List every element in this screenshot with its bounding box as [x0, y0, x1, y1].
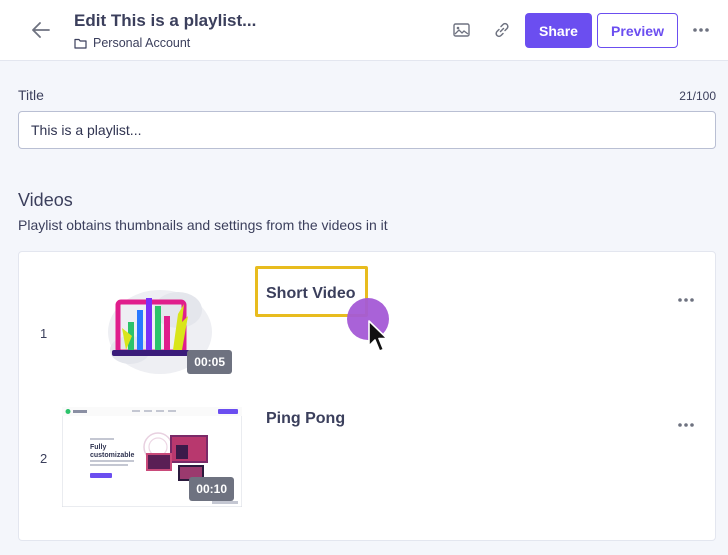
title-input[interactable]: [18, 111, 716, 149]
preview-button[interactable]: Preview: [597, 13, 678, 48]
thumbnail-heading-line2: customizable: [90, 452, 134, 459]
video-more-options-icon[interactable]: [674, 415, 698, 435]
image-icon[interactable]: [448, 17, 474, 43]
mouse-pointer-icon: [368, 320, 390, 359]
title-field-label: Title: [18, 87, 44, 103]
breadcrumb[interactable]: Personal Account: [74, 36, 190, 50]
video-index: 2: [40, 451, 48, 466]
video-title-link[interactable]: Ping Pong: [266, 410, 345, 428]
video-duration: 00:05: [187, 350, 232, 374]
videos-description: Playlist obtains thumbnails and settings…: [18, 217, 388, 233]
video-more-options-icon[interactable]: [674, 290, 698, 310]
videos-heading: Videos: [18, 190, 73, 210]
character-count: 21/100: [679, 89, 716, 103]
folder-icon: [74, 38, 87, 49]
back-arrow-icon[interactable]: [28, 17, 54, 43]
video-duration: 00:10: [189, 477, 234, 501]
share-button[interactable]: Share: [525, 13, 592, 48]
breadcrumb-label: Personal Account: [93, 36, 191, 50]
more-options-icon[interactable]: [688, 17, 714, 43]
video-thumbnail[interactable]: Fully customizable 00:10: [62, 407, 242, 507]
top-bar: Edit This is a playlist... Personal Acco…: [0, 0, 728, 61]
thumbnail-heading-line1: Fully: [90, 444, 106, 451]
video-thumbnail[interactable]: 00:05: [60, 280, 240, 380]
page-title: Edit This is a playlist...: [74, 11, 257, 30]
video-index: 1: [40, 326, 48, 341]
link-icon[interactable]: [489, 17, 515, 43]
